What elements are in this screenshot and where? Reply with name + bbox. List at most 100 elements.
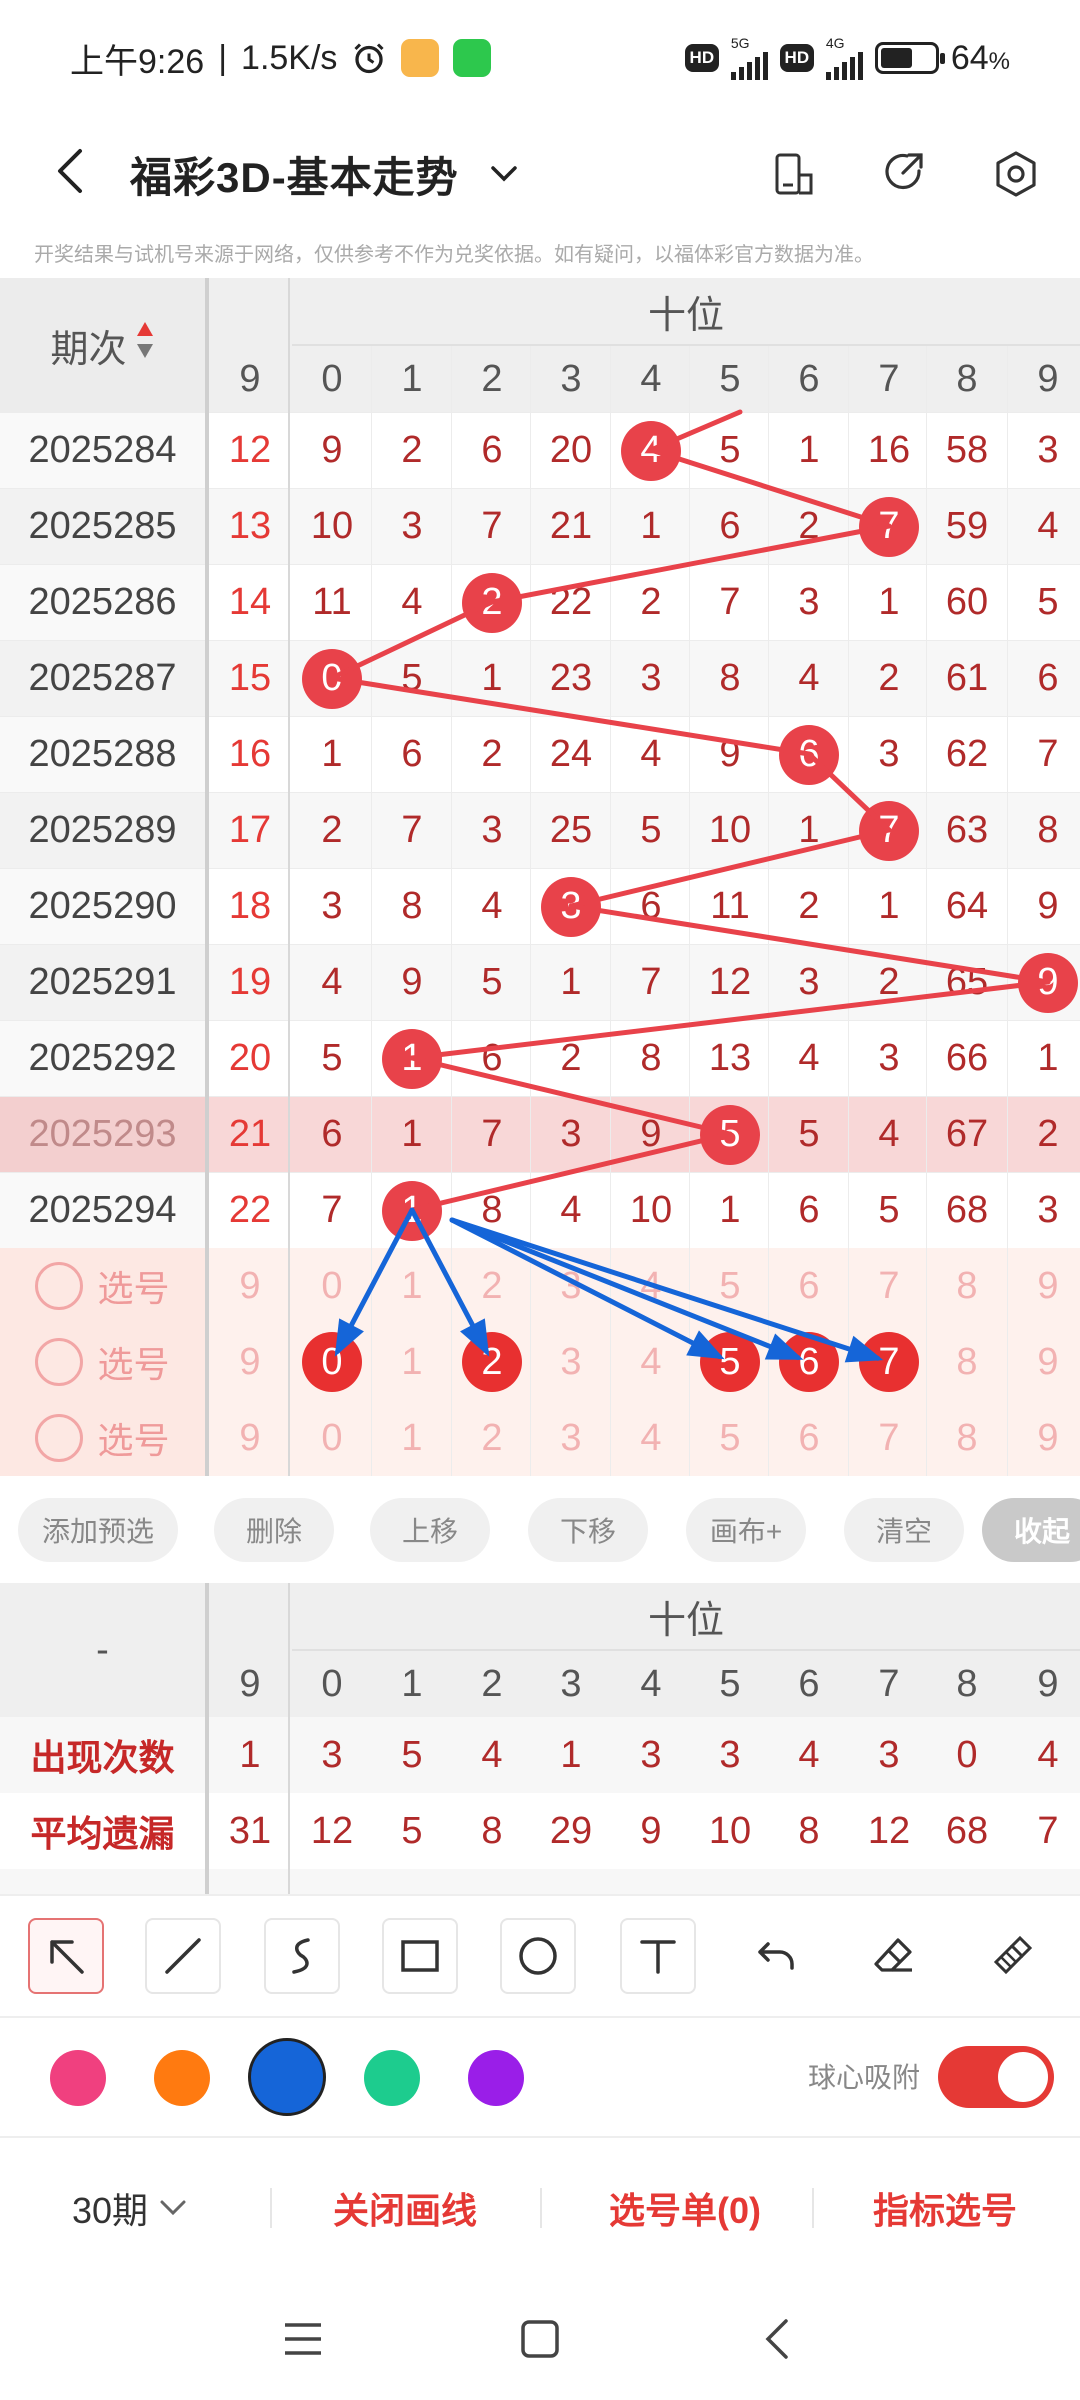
miss-cell: 3 <box>401 505 423 547</box>
snap-toggle[interactable] <box>938 2046 1054 2108</box>
miss-cell: 8 <box>401 885 423 927</box>
pick-cell[interactable]: 2 <box>452 1324 532 1400</box>
period-cell: 2025289 <box>0 793 205 868</box>
pick-cell[interactable]: 9 <box>1008 1248 1080 1324</box>
pick-cell[interactable]: 7 <box>849 1324 929 1400</box>
pick-cell[interactable]: 9 <box>1008 1400 1080 1476</box>
pick-cell[interactable]: 9 <box>210 1400 290 1476</box>
pick-list-button[interactable]: 选号单(0) <box>560 2138 810 2278</box>
pick-cell[interactable]: 0 <box>292 1324 372 1400</box>
collapse-button[interactable]: 收起 <box>982 1498 1080 1562</box>
divider <box>270 2188 272 2228</box>
undo-icon <box>758 1942 794 1970</box>
pick-cell[interactable]: 7 <box>849 1400 929 1476</box>
pick-cell[interactable]: 6 <box>769 1324 849 1400</box>
back-button[interactable] <box>46 146 96 196</box>
radio-icon <box>35 1262 84 1310</box>
pick-cell[interactable]: 3 <box>531 1324 611 1400</box>
page-title-dropdown[interactable]: 福彩3D-基本走势 <box>130 116 519 232</box>
layout-toggle-button[interactable] <box>766 146 822 202</box>
pick-cell[interactable]: 8 <box>927 1248 1007 1324</box>
add-preselect-button[interactable]: 添加预选 <box>18 1498 178 1562</box>
home-nav-button[interactable] <box>515 2314 565 2364</box>
move-down-button[interactable]: 下移 <box>528 1498 648 1562</box>
pick-cell[interactable]: 4 <box>611 1248 691 1324</box>
eraser-tool[interactable] <box>856 1918 932 1994</box>
pick-cell[interactable]: 2 <box>452 1248 532 1324</box>
picked-ball: 2 <box>462 1332 522 1392</box>
miss-cell: 5 <box>481 961 503 1003</box>
indicator-pick-button[interactable]: 指标选号 <box>830 2138 1060 2278</box>
period-cell: 2025293 <box>0 1097 205 1172</box>
pick-cell[interactable]: 6 <box>769 1400 849 1476</box>
curve-tool-icon <box>292 1938 310 1974</box>
pick-cell[interactable]: 6 <box>769 1248 849 1324</box>
pick-cell[interactable]: 9 <box>1008 1324 1080 1400</box>
column-separator <box>1007 346 1008 1476</box>
back-nav-button[interactable] <box>752 2314 802 2364</box>
period-select[interactable]: 30期 <box>40 2138 220 2278</box>
text-tool[interactable] <box>620 1918 696 1994</box>
stats-cell: 12 <box>310 1809 354 1852</box>
color-pink[interactable] <box>50 2050 106 2106</box>
rect-tool[interactable] <box>382 1918 458 1994</box>
miss-cell: 1 <box>798 809 820 851</box>
pick-cell[interactable]: 5 <box>690 1400 770 1476</box>
pick-row-label[interactable]: 选号 <box>0 1324 205 1400</box>
pick-cell[interactable]: 3 <box>531 1248 611 1324</box>
pick-cell[interactable]: 1 <box>372 1400 452 1476</box>
table-row: 2025286 14 11 4 2 22 2 7 3 1 60 5 <box>0 564 1080 640</box>
delete-button[interactable]: 删除 <box>214 1498 334 1562</box>
share-button[interactable] <box>876 146 932 202</box>
arrow-tool[interactable] <box>28 1918 104 1994</box>
stats-column-header: 9 <box>239 1662 261 1705</box>
period-cell: 2025288 <box>0 717 205 792</box>
undo-tool[interactable] <box>738 1918 814 1994</box>
pick-cell[interactable]: 8 <box>927 1400 1007 1476</box>
pick-cell[interactable]: 5 <box>690 1248 770 1324</box>
settings-button[interactable] <box>988 146 1044 202</box>
hit-cell: 3 <box>531 869 611 944</box>
clear-button[interactable]: 清空 <box>844 1498 964 1562</box>
clear-canvas-tool[interactable] <box>974 1918 1050 1994</box>
stats-column-header: 7 <box>878 1662 900 1705</box>
close-lines-button[interactable]: 关闭画线 <box>290 2138 520 2278</box>
move-up-button[interactable]: 上移 <box>370 1498 490 1562</box>
column-separator <box>689 346 690 1476</box>
curve-tool[interactable] <box>264 1918 340 1994</box>
period-cell: 2025291 <box>0 945 205 1020</box>
pick-cell[interactable]: 8 <box>927 1324 1007 1400</box>
pick-cell[interactable]: 1 <box>372 1248 452 1324</box>
pick-cell[interactable]: 1 <box>372 1324 452 1400</box>
color-orange[interactable] <box>154 2050 210 2106</box>
pick-cell[interactable]: 5 <box>690 1324 770 1400</box>
pick-cell[interactable]: 7 <box>849 1248 929 1324</box>
circle-tool[interactable] <box>500 1918 576 1994</box>
period-sort-header[interactable]: 期次 <box>0 278 205 412</box>
miss-cell: 25 <box>549 809 593 851</box>
pick-cell[interactable]: 0 <box>292 1400 372 1476</box>
pick-row-label[interactable]: 选号 <box>0 1248 205 1324</box>
miss-cell: 68 <box>945 1189 989 1231</box>
pick-cell[interactable]: 4 <box>611 1400 691 1476</box>
pick-cell[interactable]: 2 <box>452 1400 532 1476</box>
color-purple[interactable] <box>468 2050 524 2106</box>
hit-cell: 7 <box>849 489 929 564</box>
miss-cell: 4 <box>798 657 820 699</box>
pick-cell[interactable]: 0 <box>292 1248 372 1324</box>
menu-nav-button[interactable] <box>278 2314 328 2364</box>
period-cell: 2025292 <box>0 1021 205 1096</box>
miss-cell: 5 <box>401 657 423 699</box>
pick-cell[interactable]: 9 <box>210 1324 290 1400</box>
pick-cell[interactable]: 9 <box>210 1248 290 1324</box>
line-tool[interactable] <box>145 1918 221 1994</box>
miss-cell: 1 <box>321 733 343 775</box>
color-green[interactable] <box>364 2050 420 2106</box>
pick-cell[interactable]: 3 <box>531 1400 611 1476</box>
pick-cell[interactable]: 4 <box>611 1324 691 1400</box>
period-cell: 2025287 <box>0 641 205 716</box>
pick-row-label[interactable]: 选号 <box>0 1400 205 1476</box>
canvas-add-button[interactable]: 画布+ <box>686 1498 806 1562</box>
color-blue-selected[interactable] <box>248 2038 326 2116</box>
miss-cell: 5 <box>321 1037 343 1079</box>
